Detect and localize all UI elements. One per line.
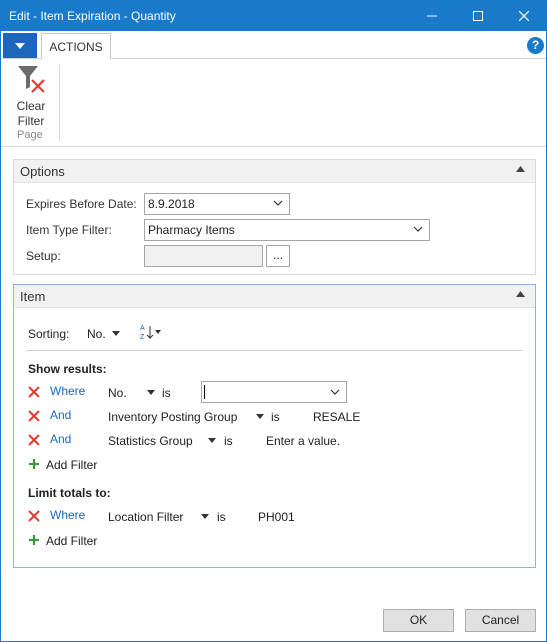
add-icon[interactable]: [28, 534, 40, 546]
caret-down-icon[interactable]: [256, 414, 264, 419]
chevron-up-icon[interactable]: [516, 166, 525, 172]
delete-filter-icon[interactable]: [28, 386, 40, 398]
minimize-icon: [427, 15, 437, 17]
show-results-label: Show results:: [28, 362, 107, 376]
filter-field[interactable]: No.: [108, 386, 127, 400]
dialog-content: Options Expires Before Date: 8.9.2018 It…: [1, 147, 546, 597]
minimize-button[interactable]: [409, 1, 455, 31]
sorting-value[interactable]: No.: [87, 327, 106, 341]
item-fasttab: Item Sorting: No. A Z Show results: Wher…: [13, 284, 536, 568]
ribbon-group-label: Page: [17, 129, 43, 141]
cancel-button[interactable]: Cancel: [465, 609, 536, 632]
filter-field[interactable]: Inventory Posting Group: [108, 410, 237, 424]
filter-operator: is: [217, 510, 226, 524]
ribbon-tab-row: ACTIONS ?: [1, 31, 546, 60]
ribbon: Clear Filter Page: [1, 59, 546, 147]
filter-value[interactable]: RESALE: [313, 410, 360, 424]
window-title: Edit - Item Expiration - Quantity: [9, 9, 176, 23]
caret-down-icon[interactable]: [208, 438, 216, 443]
help-icon[interactable]: ?: [527, 37, 544, 54]
setup-field[interactable]: [144, 245, 263, 267]
caret-down-icon[interactable]: [112, 331, 120, 336]
setup-label: Setup:: [26, 249, 61, 263]
item-title: Item: [20, 289, 46, 304]
clear-filter-button[interactable]: Clear Filter: [11, 63, 51, 128]
caret-down-icon: [15, 42, 25, 49]
filter-operator: is: [271, 410, 280, 424]
delete-filter-icon[interactable]: [28, 510, 40, 522]
filter-value-input[interactable]: [201, 381, 347, 403]
item-type-label: Item Type Filter:: [26, 223, 112, 237]
filter-connector: Where: [50, 384, 86, 398]
title-bar: Edit - Item Expiration - Quantity: [1, 1, 546, 31]
sorting-label: Sorting:: [28, 327, 70, 341]
sort-ascending-icon[interactable]: A Z: [138, 323, 162, 341]
item-header[interactable]: Item: [14, 285, 535, 308]
filter-operator: is: [162, 386, 171, 400]
dialog-window: Edit - Item Expiration - Quantity ACTION…: [0, 0, 547, 642]
chevron-down-icon[interactable]: [330, 387, 340, 397]
clear-filter-icon: [18, 66, 45, 93]
filter-value[interactable]: PH001: [258, 510, 295, 524]
close-button[interactable]: [501, 1, 547, 31]
item-type-value: Pharmacy Items: [148, 223, 235, 237]
chevron-up-icon[interactable]: [516, 291, 525, 297]
ok-button[interactable]: OK: [383, 609, 454, 632]
clear-filter-label-line1: Clear: [16, 99, 46, 113]
tab-actions[interactable]: ACTIONS: [41, 33, 111, 60]
delete-filter-icon[interactable]: [28, 410, 40, 422]
expires-date-field[interactable]: 8.9.2018: [144, 193, 290, 215]
chevron-down-icon[interactable]: [273, 198, 283, 208]
options-header[interactable]: Options: [14, 160, 535, 183]
filter-connector: Where: [50, 508, 86, 522]
app-menu-button[interactable]: [3, 33, 37, 58]
filter-field[interactable]: Statistics Group: [108, 434, 193, 448]
svg-text:Z: Z: [140, 334, 145, 341]
text-cursor: [204, 385, 205, 399]
item-type-select[interactable]: Pharmacy Items: [144, 219, 430, 241]
caret-down-icon[interactable]: [147, 390, 155, 395]
delete-filter-icon[interactable]: [28, 434, 40, 446]
add-filter-link[interactable]: Add Filter: [46, 534, 97, 548]
divider: [26, 350, 523, 351]
options-title: Options: [20, 164, 65, 179]
expires-label: Expires Before Date:: [26, 197, 137, 211]
filter-value[interactable]: Enter a value.: [266, 434, 340, 448]
close-icon: [519, 11, 529, 21]
filter-connector: And: [50, 432, 72, 446]
filter-field[interactable]: Location Filter: [108, 510, 183, 524]
add-filter-link[interactable]: Add Filter: [46, 458, 97, 472]
chevron-down-icon[interactable]: [413, 224, 423, 234]
maximize-icon: [473, 11, 483, 21]
limit-totals-label: Limit totals to:: [28, 486, 111, 500]
filter-operator: is: [224, 434, 233, 448]
caret-down-icon[interactable]: [201, 514, 209, 519]
ribbon-separator: [59, 65, 60, 141]
expires-date-value: 8.9.2018: [148, 197, 195, 211]
filter-connector: And: [50, 408, 72, 422]
maximize-button[interactable]: [455, 1, 501, 31]
options-fasttab: Options Expires Before Date: 8.9.2018 It…: [13, 159, 536, 275]
clear-filter-label-line2: Filter: [17, 114, 45, 128]
setup-lookup-button[interactable]: ...: [266, 245, 290, 267]
add-icon[interactable]: [28, 458, 40, 470]
svg-text:A: A: [140, 325, 145, 332]
